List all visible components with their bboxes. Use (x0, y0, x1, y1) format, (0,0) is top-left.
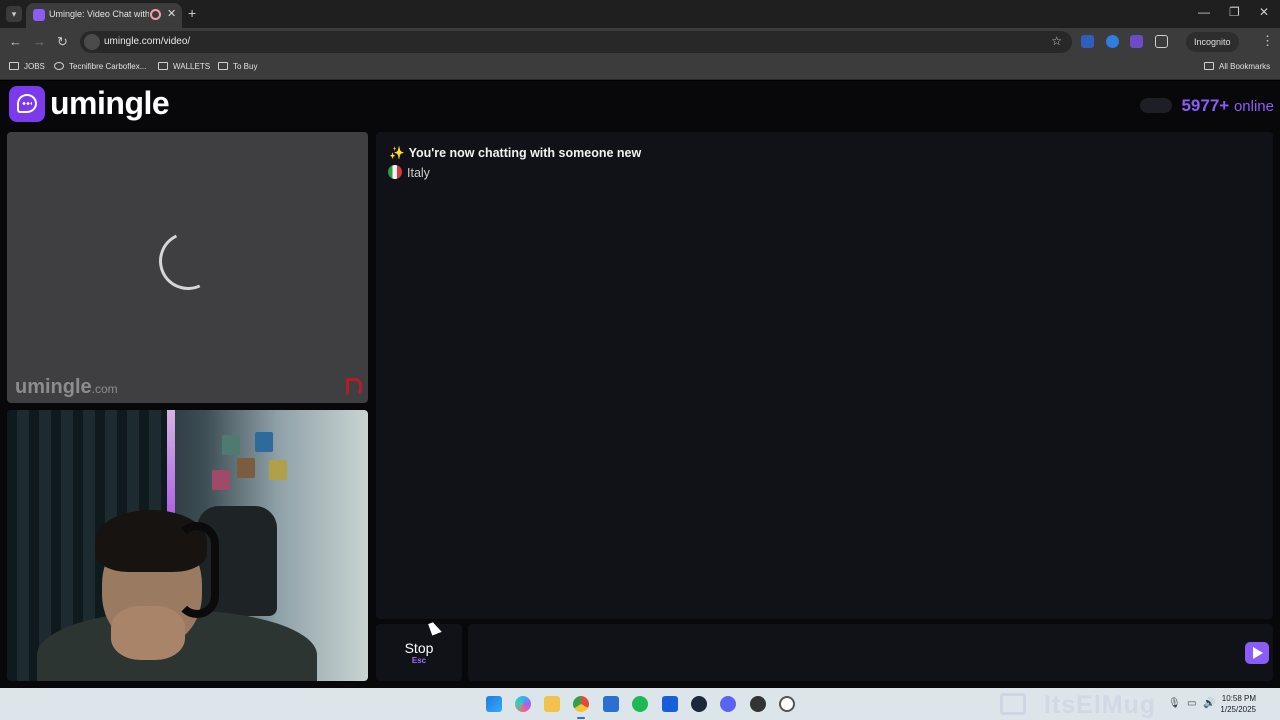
watermark-suffix: .com (91, 382, 118, 396)
browser-tab-active[interactable]: Umingle: Video Chat with S ✕ (26, 3, 182, 28)
country-text: Italy (407, 166, 430, 180)
star-icon[interactable]: ☆ (1051, 34, 1062, 48)
copilot-icon[interactable] (515, 696, 531, 712)
loading-spinner-icon (150, 223, 226, 299)
poster (222, 435, 240, 455)
site-info-icon[interactable] (84, 34, 100, 50)
bitwarden-icon[interactable] (662, 696, 678, 712)
send-arrow-icon (1253, 647, 1263, 659)
incognito-badge[interactable]: Incognito (1186, 32, 1239, 52)
forward-arrow-icon[interactable]: → (33, 34, 46, 49)
tab-search-icon[interactable]: ▾ (6, 6, 22, 22)
file-explorer-icon[interactable] (544, 696, 560, 712)
poster (255, 432, 273, 452)
game-icon[interactable] (750, 696, 766, 712)
umingle-favicon-icon (33, 9, 45, 21)
steam-icon[interactable] (691, 696, 707, 712)
bookmarks-bar: JOBS Tecnifibre Carboflex... WALLETS To … (0, 56, 1280, 80)
clock-date: 1/25/2025 (1220, 705, 1256, 714)
sparkles-icon: ✨ (389, 146, 405, 160)
volume-icon[interactable]: 🔊 (1203, 698, 1215, 709)
report-flag-icon[interactable] (346, 378, 362, 396)
extension-3-icon[interactable] (1130, 35, 1143, 48)
poster (237, 458, 255, 478)
umingle-page: umingle 5977+ online umingle.com ✨ You're… (0, 81, 1280, 688)
windows-taskbar: ItsElMug 🎙 ▭ 🔊 10:58 PM 1/25/2025 (0, 688, 1280, 720)
site-favicon-icon (54, 62, 64, 70)
microphone-icon[interactable]: 🎙 (1168, 698, 1181, 709)
online-counter: 5977+ online (1181, 96, 1274, 116)
extension-2-icon[interactable] (1106, 35, 1119, 48)
bookmark-tecnifibre[interactable]: Tecnifibre Carboflex... (54, 62, 146, 71)
message-input[interactable] (468, 624, 1273, 681)
tab-strip: ▾ Umingle: Video Chat with S ✕ + — ❐ ✕ (0, 0, 1280, 28)
umingle-logo-icon[interactable] (9, 86, 45, 122)
address-bar[interactable]: umingle.com/video/ ☆ (80, 31, 1072, 53)
start-icon[interactable] (486, 696, 502, 712)
restore-icon[interactable]: ❐ (1229, 5, 1240, 19)
stop-shortcut: Esc (411, 656, 427, 665)
remote-video: umingle.com (7, 132, 368, 403)
umingle-watermark: umingle.com (15, 376, 118, 399)
store-icon[interactable] (603, 696, 619, 712)
bookmark-jobs[interactable]: JOBS (9, 62, 45, 71)
folder-icon (158, 62, 168, 70)
poster (269, 460, 287, 480)
site-logo-text[interactable]: umingle (50, 85, 170, 122)
poster (212, 470, 230, 490)
streamer-watermark: ItsElMug (1044, 691, 1157, 719)
system-clock[interactable]: 10:58 PM 1/25/2025 (1220, 693, 1256, 715)
chat-log: ✨ You're now chatting with someone new It… (376, 132, 1273, 619)
extension-1-icon[interactable] (1081, 35, 1094, 48)
recording-indicator-icon (150, 9, 161, 20)
kebab-menu-icon[interactable]: ⋮ (1261, 33, 1274, 49)
folder-icon (9, 62, 19, 70)
online-label: online (1233, 98, 1274, 115)
network-icon[interactable]: ▭ (1187, 698, 1196, 709)
twitch-logo-icon (1000, 693, 1026, 715)
settings-icon[interactable] (779, 696, 795, 712)
tab-title: Umingle: Video Chat with S (49, 9, 149, 19)
folder-icon (218, 62, 228, 70)
italy-flag-icon (388, 165, 402, 179)
browser-toolbar: ← → ↻ umingle.com/video/ ☆ Incognito ⋮ (0, 28, 1280, 56)
watermark-text: umingle (15, 376, 92, 398)
online-count: 5977+ (1181, 96, 1230, 115)
send-button[interactable] (1245, 642, 1269, 664)
reload-icon[interactable]: ↻ (57, 34, 68, 50)
bookmark-wallets[interactable]: WALLETS (158, 62, 210, 71)
extensions-icon[interactable] (1155, 35, 1168, 48)
spotify-icon[interactable] (632, 696, 648, 712)
status-text: You're now chatting with someone new (408, 146, 642, 160)
bookmark-to-buy[interactable]: To Buy (218, 62, 257, 71)
clock-time: 10:58 PM (1221, 694, 1256, 703)
window-close-icon[interactable]: ✕ (1259, 5, 1269, 19)
person-hand (111, 606, 185, 660)
discord-icon[interactable] (720, 696, 736, 712)
chat-country: Italy (388, 165, 430, 180)
active-app-indicator (577, 717, 585, 719)
address-url[interactable]: umingle.com/video/ (104, 36, 190, 47)
all-bookmarks[interactable]: All Bookmarks (1204, 62, 1270, 71)
self-camera-video (7, 410, 368, 681)
new-tab-button[interactable]: + (188, 5, 196, 21)
back-arrow-icon[interactable]: ← (9, 34, 22, 49)
theme-toggle[interactable] (1140, 98, 1172, 113)
minimize-icon[interactable]: — (1198, 5, 1210, 19)
stop-label: Stop (404, 640, 434, 656)
folder-icon (1204, 62, 1214, 70)
headset-icon (175, 522, 219, 618)
stop-button[interactable]: Stop Esc (376, 624, 462, 681)
tab-close-icon[interactable]: ✕ (167, 7, 176, 20)
chrome-icon[interactable] (573, 696, 589, 712)
chat-status-message: ✨ You're now chatting with someone new (389, 146, 641, 161)
dots-icon (22, 102, 32, 105)
